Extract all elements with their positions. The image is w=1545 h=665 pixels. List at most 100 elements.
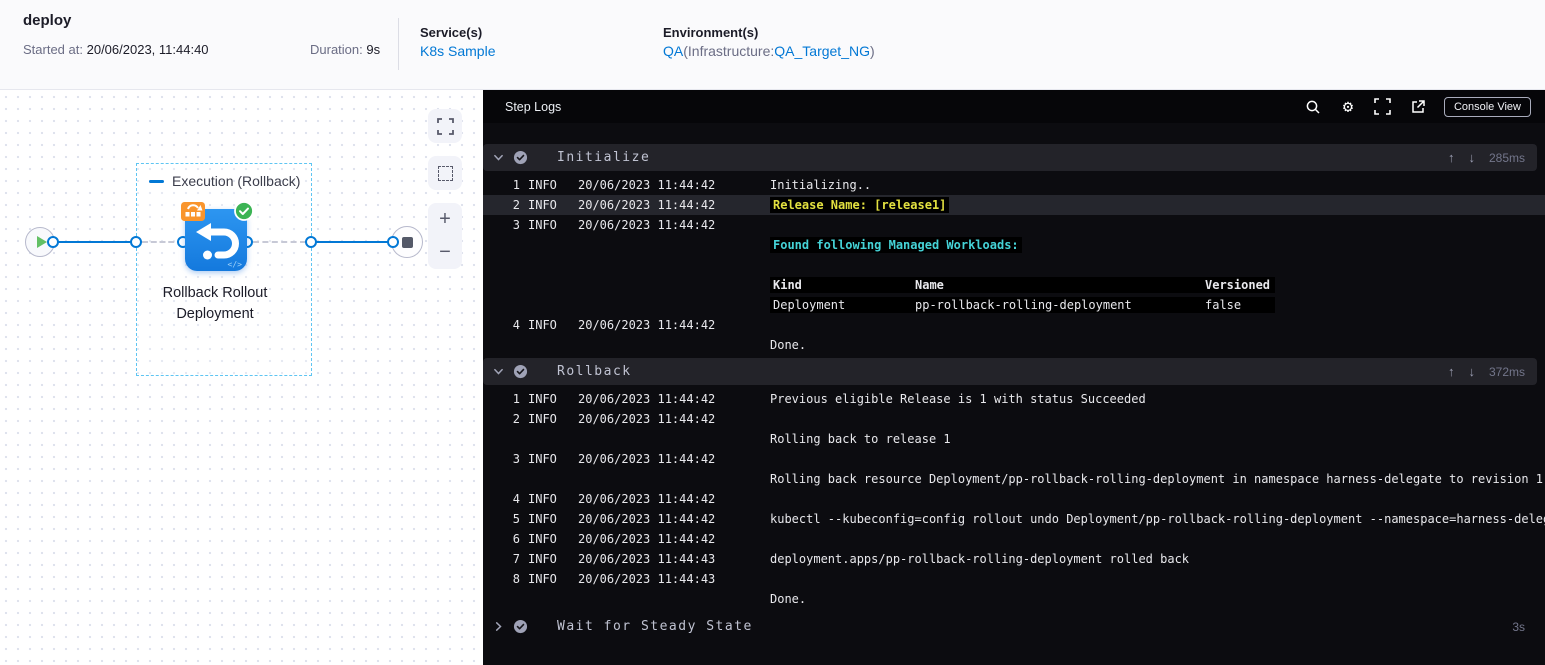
workloads-table-cell: Deployment [773, 298, 846, 312]
group-collapse-dash-icon[interactable] [149, 179, 164, 183]
log-message: kubectl --kubeconfig=config rollout undo… [770, 512, 1545, 526]
highlighted-log-text: Found following Managed Workloads: [770, 237, 1022, 253]
pipeline-title: deploy [23, 12, 72, 29]
log-line: Rolling back resource Deployment/pp-roll… [483, 469, 1545, 489]
execution-header: deploy Started at: 20/06/2023, 11:44:40 … [0, 0, 1545, 90]
log-line: 3 INFO 20/06/2023 11:44:42 [483, 449, 1545, 469]
log-line: 6 INFO 20/06/2023 11:44:42 [483, 529, 1545, 549]
log-line: Kind Name Versioned [483, 275, 1545, 295]
log-timestamp: 20/06/2023 11:44:42 [578, 218, 716, 232]
chevron-down-icon[interactable] [483, 152, 513, 163]
log-section-header-wait-for-steady-state[interactable]: Wait for Steady State 3s [483, 613, 1537, 640]
log-message: Release Name: [release1] [770, 197, 950, 213]
log-level: INFO [528, 452, 557, 466]
log-timestamp: 20/06/2023 11:44:42 [578, 318, 716, 332]
log-level: INFO [528, 512, 557, 526]
section-success-check-icon [513, 150, 529, 165]
log-level: INFO [528, 178, 557, 192]
log-level: INFO [528, 218, 557, 232]
log-level: INFO [528, 318, 557, 332]
log-message: Found following Managed Workloads: [770, 237, 1022, 253]
log-line-number: 1 [512, 178, 520, 192]
zoom-out-button[interactable]: − [428, 236, 462, 269]
duration-value: 9s [366, 42, 381, 57]
section-name: Wait for Steady State [557, 619, 753, 634]
expand-logs-icon[interactable] [1374, 98, 1392, 116]
step-logs-panel: Step Logs ⚙ Console View Initialize ↑ ↓ 285… [483, 90, 1545, 665]
edge-group-to-end [312, 241, 393, 243]
infrastructure-link[interactable]: QA_Target_NG [774, 43, 870, 59]
log-line-number: 6 [512, 532, 520, 546]
log-level: INFO [528, 492, 557, 506]
log-message: Rolling back resource Deployment/pp-roll… [770, 472, 1544, 486]
log-line-number: 2 [512, 412, 520, 426]
log-line-number: 4 [512, 492, 520, 506]
services-label: Service(s) [420, 25, 483, 40]
service-link[interactable]: K8s Sample [420, 43, 495, 59]
log-line: 1 INFO 20/06/2023 11:44:42 Initializing.. [483, 175, 1545, 195]
log-timestamp: 20/06/2023 11:44:42 [578, 492, 716, 506]
log-timestamp: 20/06/2023 11:44:42 [578, 198, 716, 212]
duration: Duration: 9s [310, 42, 381, 57]
log-timestamp: 20/06/2023 11:44:42 [578, 178, 716, 192]
chevron-down-icon[interactable] [483, 366, 513, 377]
workloads-table-cell: pp-rollback-rolling-deployment [915, 298, 1132, 312]
workloads-table-cell: Name [915, 278, 944, 292]
rollback-step-node[interactable]: </> [181, 201, 254, 271]
gear-icon[interactable]: ⚙ [1339, 97, 1357, 117]
log-timestamp: 20/06/2023 11:44:43 [578, 552, 716, 566]
scroll-to-top-icon[interactable]: ↑ [1448, 150, 1455, 165]
log-level: INFO [528, 552, 557, 566]
log-line-number: 8 [512, 572, 520, 586]
log-message: Deployment pp-rollback-rolling-deployment… [770, 297, 1275, 313]
log-timestamp: 20/06/2023 11:44:42 [578, 392, 716, 406]
log-line-number: 3 [512, 218, 520, 232]
log-message: Kind Name Versioned [770, 277, 1275, 293]
execution-group-label: Execution (Rollback) [149, 173, 300, 189]
log-section-header-rollback[interactable]: Rollback ↑ ↓ 372ms [483, 358, 1537, 385]
canvas-fullscreen-button[interactable] [428, 109, 462, 143]
scroll-to-bottom-icon[interactable]: ↓ [1468, 150, 1475, 165]
zoom-in-button[interactable]: + [428, 203, 462, 236]
scroll-to-top-icon[interactable]: ↑ [1448, 364, 1455, 379]
scroll-to-bottom-icon[interactable]: ↓ [1468, 364, 1475, 379]
workloads-table-row: Deployment pp-rollback-rolling-deployment… [770, 297, 1275, 313]
log-sections: Initialize ↑ ↓ 285ms 1 INFO 20/06/2023 11:44:4… [483, 123, 1545, 640]
canvas-select-button[interactable] [428, 156, 462, 190]
workloads-table-cell: Kind [773, 278, 802, 292]
log-message: Rolling back to release 1 [770, 432, 951, 446]
connector-start [47, 236, 59, 248]
log-section-header-initialize[interactable]: Initialize ↑ ↓ 285ms [483, 144, 1537, 171]
chevron-right-icon[interactable] [483, 621, 513, 632]
pipeline-graph-canvas[interactable]: Execution (Rollback) </> Rollback Rollou… [0, 91, 483, 665]
open-in-new-icon[interactable] [1409, 98, 1427, 116]
log-line: 1 INFO 20/06/2023 11:44:42 Previous eligibl… [483, 389, 1545, 409]
canvas-zoom-control: + − [428, 203, 462, 269]
console-view-button[interactable]: Console View [1443, 96, 1531, 117]
edge-start-to-group [55, 241, 136, 243]
section-name: Initialize [557, 150, 651, 165]
log-timestamp: 20/06/2023 11:44:43 [578, 572, 716, 586]
search-icon[interactable] [1304, 98, 1322, 116]
console-title: Step Logs [505, 99, 562, 114]
section-name: Rollback [557, 364, 632, 379]
log-message: Done. [770, 592, 807, 606]
log-line-number: 3 [512, 452, 520, 466]
log-level: INFO [528, 412, 557, 426]
stop-icon [402, 237, 413, 248]
workloads-table-cell: false [1205, 298, 1242, 312]
fullscreen-icon [436, 117, 454, 135]
log-line: Done. [483, 335, 1545, 355]
environment-link[interactable]: QA(Infrastructure:QA_Target_NG) [663, 43, 875, 59]
connector-group-left [130, 236, 142, 248]
log-line-number: 7 [512, 552, 520, 566]
section-success-check-icon [513, 619, 529, 634]
log-line: 3 INFO 20/06/2023 11:44:42 [483, 215, 1545, 235]
log-line: Deployment pp-rollback-rolling-deployment… [483, 295, 1545, 315]
log-level: INFO [528, 198, 557, 212]
env-name-link[interactable]: QA [663, 43, 683, 59]
highlighted-log-text: Release Name: [release1] [770, 197, 950, 213]
log-line: Rolling back to release 1 [483, 429, 1545, 449]
play-icon [37, 236, 47, 248]
started-at-value: 20/06/2023, 11:44:40 [86, 42, 209, 57]
